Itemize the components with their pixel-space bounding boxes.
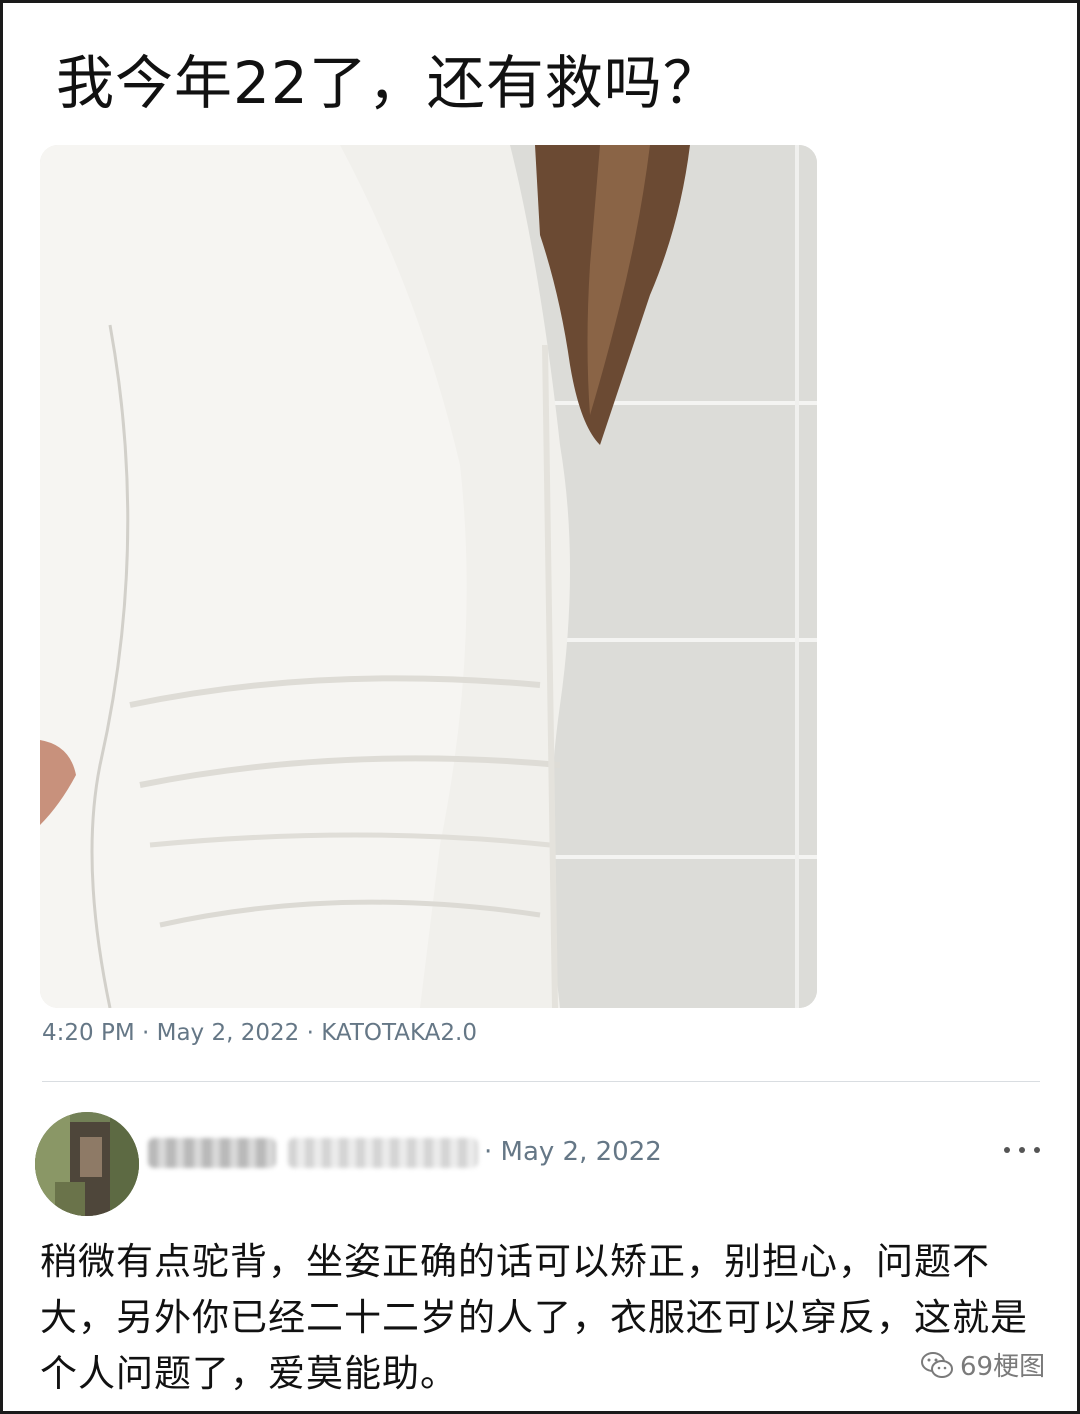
more-options-icon[interactable] — [1004, 1136, 1040, 1164]
watermark: 69梗图 — [920, 1346, 1045, 1383]
post-meta: 4:20 PM · May 2, 2022 · KATOTAKA2.0 — [42, 1020, 477, 1046]
reply-text: 稍微有点驼背，坐姿正确的话可以矫正，别担心，问题不大，另外你已经二十二岁的人了，… — [40, 1240, 1028, 1395]
reply-avatar[interactable] — [35, 1112, 139, 1216]
post-title: 我今年22了，还有救吗？ — [56, 49, 722, 117]
avatar-image — [35, 1112, 139, 1216]
watermark-label: 69梗图 — [960, 1352, 1046, 1382]
post-image[interactable] — [40, 145, 817, 1008]
reply-username-blurred — [148, 1138, 276, 1168]
divider — [42, 1081, 1040, 1082]
reply-date: · May 2, 2022 — [484, 1137, 662, 1167]
post-image-graphic — [40, 145, 817, 1008]
reply-handle-blurred — [288, 1138, 478, 1168]
wechat-icon — [921, 1351, 953, 1378]
